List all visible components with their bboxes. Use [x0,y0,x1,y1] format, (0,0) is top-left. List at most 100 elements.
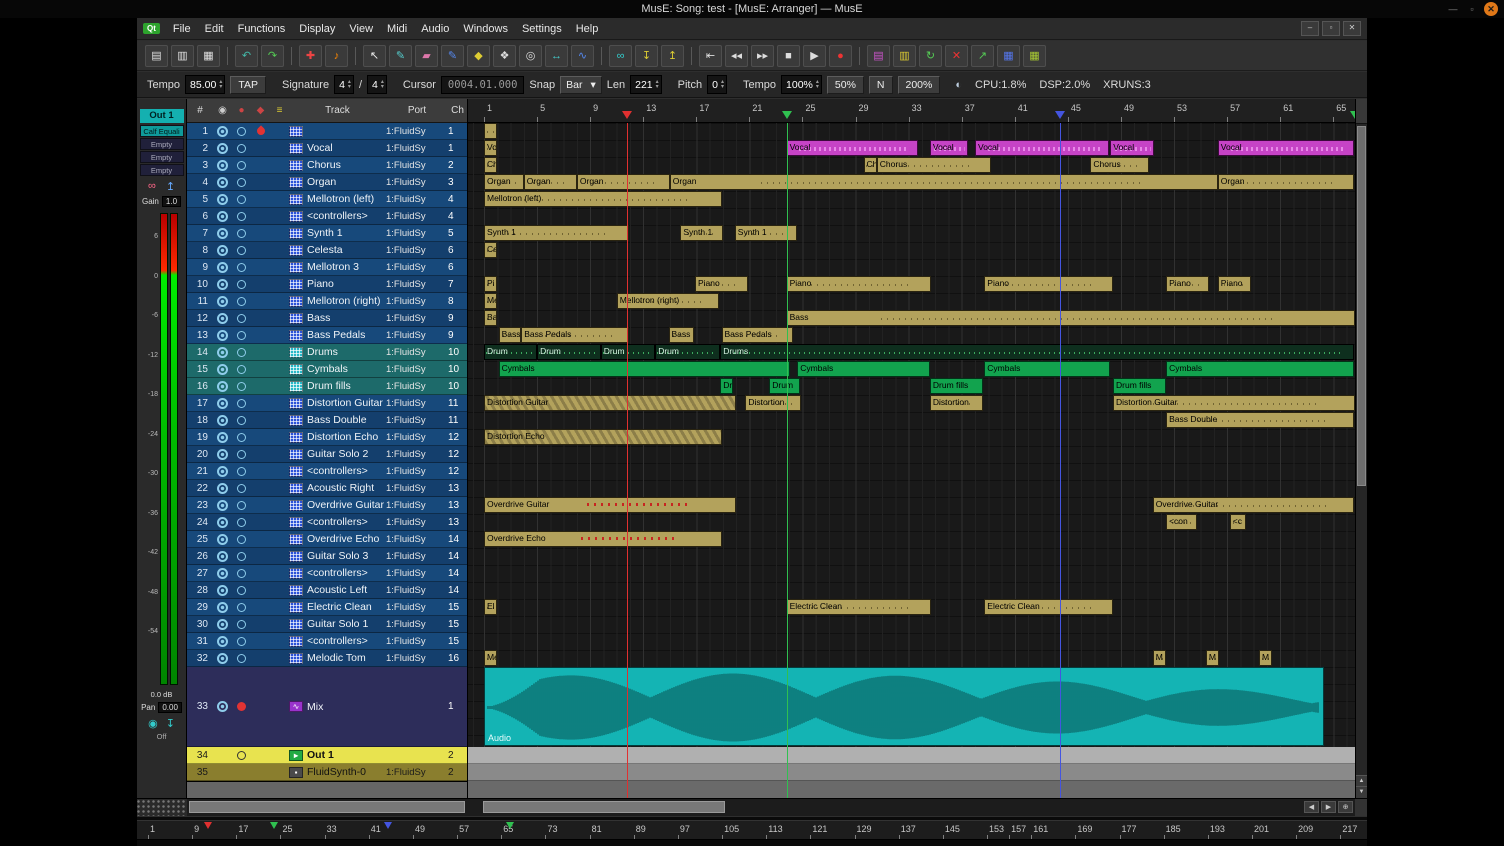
mixer-track-name[interactable]: Out 1 [140,109,184,123]
track-channel[interactable]: 10 [448,364,467,375]
punch-in-button[interactable]: ↧ [635,45,658,67]
track-port[interactable]: 1:FluidSy [386,466,448,477]
track-on-icon[interactable] [217,296,228,307]
part-bass-double[interactable]: Bass Double [1166,412,1354,428]
track-activity-cell[interactable] [213,262,232,273]
part-organ[interactable]: Organ [484,174,524,190]
mute-icon[interactable] [237,161,246,170]
track-arm-cell[interactable] [232,246,251,255]
track-channel[interactable]: 13 [448,517,467,528]
track-row-overdrive-echo[interactable]: 25Overdrive Echo1:FluidSy14 [187,531,467,548]
track-on-icon[interactable] [217,364,228,375]
track-on-icon[interactable] [217,279,228,290]
part-electric-clean[interactable]: Electric Clean [984,599,1113,615]
track-activity-cell[interactable] [213,500,232,511]
track-port[interactable]: 1:FluidSy [386,568,448,579]
snap-select[interactable]: Bar▾ [560,76,602,94]
track-arm-cell[interactable] [232,702,251,711]
track-on-icon[interactable] [217,313,228,324]
part-distortion-echo[interactable]: Distortion Echo [484,429,722,445]
track-channel[interactable]: 1 [448,701,467,712]
track-channel[interactable]: 1 [448,126,467,137]
track-on-icon[interactable] [217,602,228,613]
track-channel[interactable]: 12 [448,449,467,460]
track-name[interactable]: ▪FluidSynth-0 [289,766,386,778]
track-row-celesta[interactable]: 8Celesta1:FluidSy6 [187,242,467,259]
track-row-cymbals[interactable]: 15Cymbals1:FluidSy10 [187,361,467,378]
track-port[interactable]: 1:FluidSy [386,767,448,778]
track-name[interactable]: Guitar Solo 2 [289,448,386,460]
track-activity-cell[interactable] [213,398,232,409]
track-activity-cell[interactable] [213,449,232,460]
track-name[interactable] [289,126,386,137]
track-channel[interactable]: 15 [448,619,467,630]
part-piano[interactable]: Piano [695,276,748,292]
track-name[interactable]: <controllers> [289,635,386,647]
part-bass-pedals[interactable]: Bass Pedals [521,327,629,343]
part-piano[interactable]: Piano [984,276,1113,292]
playhead-marker[interactable] [622,111,632,119]
track-port[interactable]: 1:FluidSy [386,636,448,647]
new-file-button[interactable]: ▤ [145,45,168,67]
panic-button[interactable]: ✕ [945,45,968,67]
track-channel[interactable]: 13 [448,483,467,494]
mute-icon[interactable] [237,365,246,374]
track-arm-cell[interactable] [232,178,251,187]
menu-functions[interactable]: Functions [231,21,293,37]
track-on-icon[interactable] [217,211,228,222]
zoom-50-button[interactable]: 50% [827,76,864,94]
signature-denominator-spinbox[interactable]: 4▴▾ [367,75,387,94]
track-arm-cell[interactable] [232,280,251,289]
track-on-icon[interactable] [217,194,228,205]
track-on-icon[interactable] [217,551,228,562]
track-name[interactable]: Mellotron (left) [289,193,386,205]
undo-button[interactable]: ↶ [235,45,258,67]
mute-icon[interactable] [237,603,246,612]
track-arm-cell[interactable] [232,365,251,374]
part-drum-fills[interactable]: Drum fills [1113,378,1166,394]
track-on-icon[interactable] [217,432,228,443]
track-name[interactable]: Drum fills [289,380,386,392]
track-on-icon[interactable] [217,534,228,545]
mute-icon[interactable] [237,229,246,238]
part-drums[interactable]: Drums [720,344,1354,360]
track-row-mix[interactable]: 33∿Mix1 [187,667,467,747]
vertical-scrollbar-thumb[interactable] [1357,126,1366,486]
mute-icon[interactable] [237,535,246,544]
tracklist-hscrollbar[interactable] [187,799,468,816]
track-row-fluidsynth-0[interactable]: 35▪FluidSynth-01:FluidSy2 [187,764,467,781]
track-activity-cell[interactable] [213,551,232,562]
track-arm-cell[interactable] [232,637,251,646]
part-distortion[interactable]: Distortion [745,395,801,411]
track-activity-cell[interactable] [213,211,232,222]
track-row-bass[interactable]: 12Bass1:FluidSy9 [187,310,467,327]
spin-arrows-icon[interactable]: ▴▾ [381,80,384,90]
track-activity-cell[interactable] [213,653,232,664]
track-port[interactable]: 1:FluidSy [386,194,448,205]
tempo-scale-spinbox[interactable]: 100%▴▾ [781,75,822,94]
mute-icon[interactable] [237,144,246,153]
track-arm-cell[interactable] [232,331,251,340]
track-channel[interactable]: 11 [448,415,467,426]
part-c[interactable]: <c [1230,514,1246,530]
mute-icon[interactable] [237,433,246,442]
part-cymbals[interactable]: Cymbals [984,361,1110,377]
track-port[interactable]: 1:FluidSy [386,228,448,239]
track-channel[interactable]: 5 [448,228,467,239]
track-activity-cell[interactable] [213,279,232,290]
track-name[interactable]: Acoustic Right [289,482,386,494]
track-channel[interactable]: 9 [448,330,467,341]
track-port[interactable]: 1:FluidSy [386,619,448,630]
mute-icon[interactable] [237,620,246,629]
track-on-icon[interactable] [217,143,228,154]
part-drum[interactable]: Drum [537,344,601,360]
pitch-spinbox[interactable]: 0▴▾ [707,75,727,94]
track-row-electric-clean[interactable]: 29Electric Clean1:FluidSy15 [187,599,467,616]
track-activity-cell[interactable] [213,534,232,545]
part-ch[interactable]: Ch [484,157,497,173]
track-port[interactable]: 1:FluidSy [386,211,448,222]
track-activity-cell[interactable] [213,602,232,613]
timeline-ruler[interactable]: 1591317212529333741454953576165 [468,99,1355,123]
track-name[interactable]: Overdrive Guitar [289,499,386,511]
part-el[interactable]: El [484,599,497,615]
